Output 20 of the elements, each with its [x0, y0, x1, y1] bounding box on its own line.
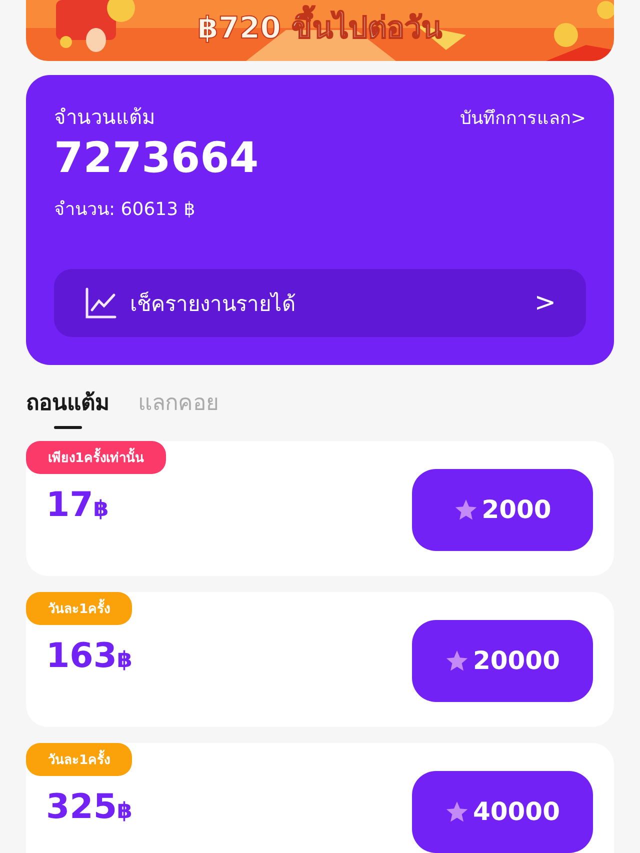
limit-badge: เพียง1ครั้งเท่านั้น — [26, 441, 166, 474]
limit-badge: วันละ1ครั้ง — [26, 592, 132, 625]
points-label: จำนวนแต้ม — [54, 104, 155, 131]
limit-badge: วันละ1ครั้ง — [26, 743, 132, 776]
redeem-button[interactable]: 20000 — [412, 620, 593, 702]
points-value: 7273664 — [54, 133, 259, 182]
redeem-button[interactable]: 2000 — [412, 468, 593, 550]
star-icon — [445, 648, 469, 672]
reward-amount: 325฿ — [46, 787, 132, 827]
chart-line-icon — [84, 286, 118, 320]
baht-amount: จำนวน: 60613 ฿ — [54, 198, 196, 222]
reward-amount: 17฿ — [46, 485, 109, 525]
tab[interactable]: ถอนแต้ม — [26, 385, 110, 429]
star-icon — [454, 498, 478, 522]
income-report-button[interactable]: เช็ครายงานรายได้ > — [54, 269, 586, 337]
reward-amount: 163฿ — [46, 636, 132, 676]
exchange-history-link[interactable]: บันทึกการแลก> — [460, 102, 586, 132]
star-icon — [445, 800, 469, 824]
redeem-button[interactable]: 40000 — [412, 770, 593, 852]
banner-headline: ฿720 ขึ้นไปต่อวัน — [198, 4, 442, 51]
